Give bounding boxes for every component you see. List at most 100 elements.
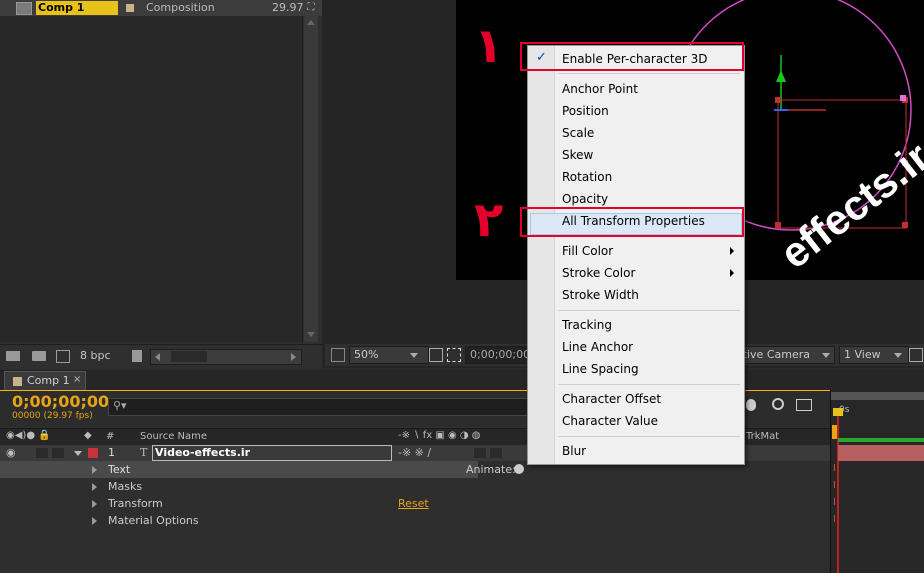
path-vertex xyxy=(900,95,906,101)
menu-item-opacity[interactable]: Opacity xyxy=(562,189,608,209)
layer-duration-bar[interactable] xyxy=(838,445,924,461)
menu-item-line-anchor[interactable]: Line Anchor xyxy=(562,337,633,357)
menu-item-blur[interactable]: Blur xyxy=(562,441,586,461)
project-footer: 8 bpc xyxy=(0,344,322,369)
folder-icon[interactable] xyxy=(32,351,46,361)
view-layout-value: 1 View xyxy=(844,348,881,361)
interpret-footage-icon[interactable] xyxy=(6,351,20,361)
submenu-arrow-icon xyxy=(730,269,734,277)
motion-blur-icon[interactable] xyxy=(746,399,756,411)
trash-icon[interactable] xyxy=(132,350,142,362)
col-source-name[interactable]: Source Name xyxy=(140,431,207,442)
animate-label: Animate: xyxy=(466,463,516,476)
camera-value: Active Camera xyxy=(737,348,810,361)
grid-overlay-icon[interactable] xyxy=(429,348,443,362)
property-row-transform[interactable]: Transform Reset xyxy=(0,495,830,512)
viewer-timecode[interactable]: 0;00;00;00 xyxy=(465,346,533,364)
flowchart-icon[interactable]: ⛶ xyxy=(304,1,318,15)
property-row-text[interactable]: Text Animate: xyxy=(0,461,516,478)
menu-item-fill-color[interactable]: Fill Color xyxy=(562,241,613,261)
scroll-right-icon[interactable] xyxy=(291,353,296,361)
lock-toggle[interactable] xyxy=(52,448,64,458)
switch-box[interactable] xyxy=(474,448,486,458)
timeline-controls: 0;00;00;00 00000 (29.97 fps) ⚲▾ xyxy=(0,390,924,427)
menu-item-position[interactable]: Position xyxy=(562,101,609,121)
graph-editor-icon[interactable] xyxy=(772,398,784,410)
tab-label: Comp 1 xyxy=(27,374,70,387)
property-label: Text xyxy=(108,463,131,476)
current-time-indicator[interactable] xyxy=(837,412,839,573)
layer-name[interactable]: Video-effects.ir xyxy=(152,445,392,461)
label-color-swatch xyxy=(126,4,134,12)
work-area-indicator xyxy=(838,438,924,442)
timeline-timecode[interactable]: 0;00;00;00 xyxy=(12,392,109,411)
scroll-left-icon[interactable] xyxy=(155,353,160,361)
expand-triangle-icon[interactable] xyxy=(92,500,97,508)
search-input[interactable]: ⚲▾ xyxy=(108,398,530,416)
menu-item-character-offset[interactable]: Character Offset xyxy=(562,389,661,409)
menu-item-tracking[interactable]: Tracking xyxy=(562,315,612,335)
menu-item-scale[interactable]: Scale xyxy=(562,123,594,143)
handle-1 xyxy=(775,97,781,103)
bpc-label[interactable]: 8 bpc xyxy=(80,349,111,362)
property-label: Masks xyxy=(108,480,143,493)
scroll-down-icon[interactable] xyxy=(307,332,315,337)
text-layer-icon: T xyxy=(140,446,148,459)
scroll-thumb[interactable] xyxy=(171,351,207,362)
chevron-down-icon xyxy=(894,353,902,358)
frame-blending-icon[interactable] xyxy=(796,399,812,411)
region-of-interest-icon[interactable] xyxy=(447,348,461,362)
annotation-box-1 xyxy=(520,42,744,71)
property-row-material-options[interactable]: Material Options xyxy=(0,512,830,529)
label-color-swatch xyxy=(13,377,22,386)
menu-separator xyxy=(558,384,740,385)
expand-triangle-icon[interactable] xyxy=(92,517,97,525)
keyframe-icon[interactable]: I xyxy=(833,480,836,491)
switch-box[interactable] xyxy=(490,448,502,458)
view-options-icon[interactable] xyxy=(909,348,923,362)
project-hscrollbar[interactable] xyxy=(150,349,302,365)
camera-dropdown[interactable]: Active Camera xyxy=(737,346,835,364)
project-scrollbar[interactable] xyxy=(304,16,318,342)
animate-play-icon[interactable] xyxy=(514,464,524,474)
solo-toggle[interactable] xyxy=(36,448,48,458)
work-area-bar[interactable] xyxy=(831,392,924,400)
playhead-icon[interactable] xyxy=(833,408,843,416)
keyframe-icon[interactable]: I xyxy=(833,463,836,474)
menu-item-line-spacing[interactable]: Line Spacing xyxy=(562,359,639,379)
tab-comp-1[interactable]: Comp 1 × xyxy=(4,371,86,391)
menu-item-skew[interactable]: Skew xyxy=(562,145,593,165)
timeline-tabbar xyxy=(0,370,924,390)
annotation-number-1: ١ xyxy=(474,18,504,74)
handle-5 xyxy=(775,222,781,228)
eye-icon[interactable]: ◉ xyxy=(6,446,16,459)
property-row-masks[interactable]: Masks xyxy=(0,478,830,495)
view-layout-dropdown[interactable]: 1 View xyxy=(839,346,909,364)
menu-item-character-value[interactable]: Character Value xyxy=(562,411,658,431)
expand-triangle-icon[interactable] xyxy=(74,451,82,456)
label-tag-icon: ◆ xyxy=(84,430,92,441)
timeline-graph[interactable]: 0s xyxy=(830,390,924,573)
menu-item-anchor-point[interactable]: Anchor Point xyxy=(562,79,638,99)
menu-item-stroke-color[interactable]: Stroke Color xyxy=(562,263,635,283)
frame-info: 00000 (29.97 fps) xyxy=(12,411,93,421)
scroll-up-icon[interactable] xyxy=(307,20,315,25)
layer-switches[interactable]: -※ ※ ∕ xyxy=(398,446,431,459)
layer-label-color[interactable] xyxy=(88,448,98,458)
expand-triangle-icon[interactable] xyxy=(92,466,97,474)
property-label: Material Options xyxy=(108,514,199,527)
keyframe-icon[interactable]: I xyxy=(833,514,836,525)
menu-item-rotation[interactable]: Rotation xyxy=(562,167,612,187)
close-icon[interactable]: × xyxy=(73,374,81,385)
expand-triangle-icon[interactable] xyxy=(92,483,97,491)
new-comp-icon[interactable] xyxy=(56,350,70,363)
menu-gutter xyxy=(528,46,555,464)
reset-link[interactable]: Reset xyxy=(398,497,429,510)
zoom-dropdown[interactable]: 50% xyxy=(349,346,429,364)
project-comp-row[interactable]: Comp 1 Composition 29.97 ⛶ xyxy=(0,0,322,16)
property-label: Transform xyxy=(108,497,163,510)
always-preview-icon[interactable] xyxy=(331,348,345,362)
keyframe-icon[interactable]: I xyxy=(833,497,836,508)
layer-number: 1 xyxy=(108,446,115,459)
menu-item-stroke-width[interactable]: Stroke Width xyxy=(562,285,639,305)
